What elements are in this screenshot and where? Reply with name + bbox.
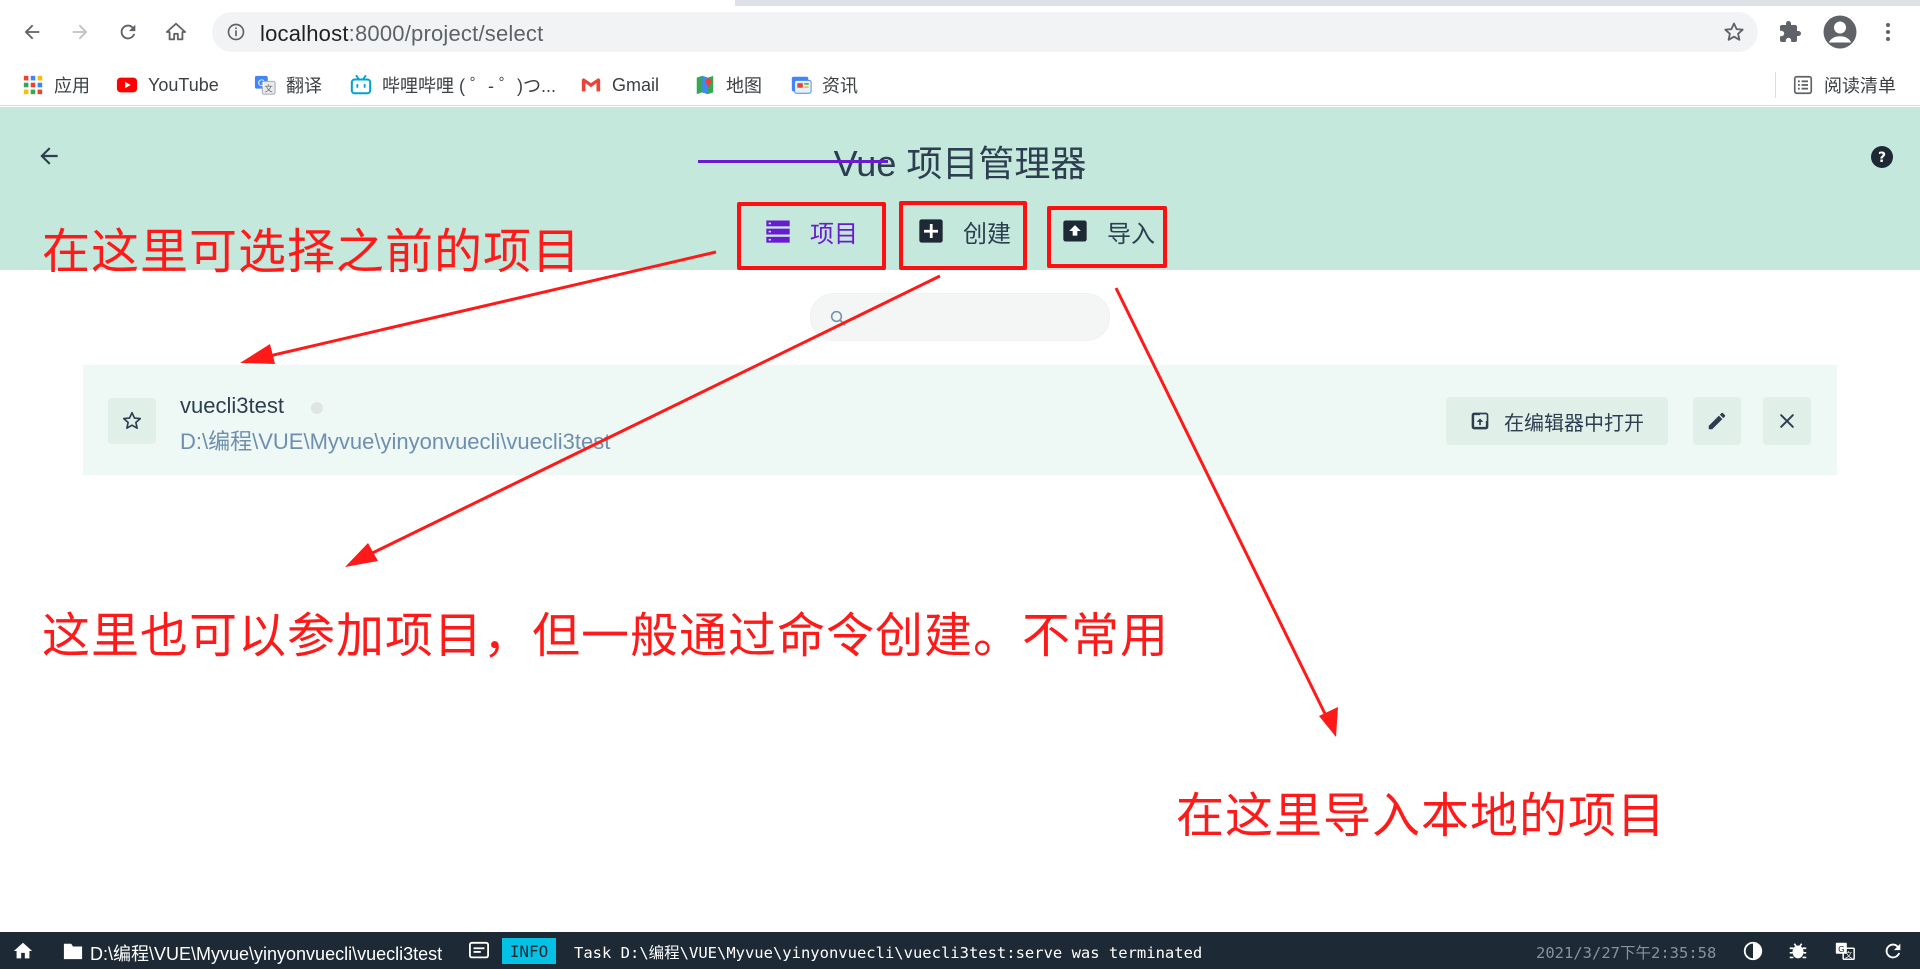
url-path: :8000/project/select [348, 21, 544, 46]
svg-text:?: ? [1878, 150, 1886, 166]
active-tab-indicator [698, 160, 888, 163]
gmail-icon [581, 78, 601, 92]
bookmarks-bar: 应用 YouTube G文 翻译 哔哩哔哩 ( ゜- ゜)つ... Gmail … [0, 64, 1920, 106]
profile-avatar-icon[interactable] [1822, 14, 1858, 50]
bookmark-star-icon[interactable] [1722, 20, 1746, 44]
bookmark-label: 地图 [726, 76, 762, 96]
url-host: localhost [260, 21, 349, 46]
annotation-box-import [1047, 206, 1167, 268]
pencil-icon [1708, 412, 1726, 430]
project-status-dot [311, 402, 323, 414]
open-in-editor-label: 在编辑器中打开 [1504, 412, 1644, 435]
arrow-right-icon [72, 24, 88, 40]
home-button[interactable] [158, 14, 194, 50]
favorite-button[interactable] [108, 398, 156, 444]
current-project-path[interactable]: D:\编程\VUE\Myvue\yinyonvuecli\vuecli3test [90, 940, 442, 966]
annotation-box-projects [737, 202, 886, 270]
url-text[interactable]: localhost:8000/project/select [260, 21, 543, 47]
arrow-from-import [1114, 287, 1338, 737]
log-message[interactable]: Task D:\编程\VUE\Myvue\yinyonvuecli\vuecli… [574, 941, 1202, 963]
svg-text:G: G [1838, 944, 1844, 954]
reload-button[interactable] [110, 14, 146, 50]
bilibili-icon [350, 74, 372, 95]
translate-language-icon[interactable]: G文 [1834, 940, 1856, 962]
bookmark-label: 应用 [54, 76, 90, 96]
bookmark-news[interactable]: 资讯 [790, 72, 858, 98]
project-list-item[interactable]: vuecli3test D:\编程\VUE\Myvue\yinyonvuecli… [83, 365, 1837, 475]
project-name: vuecli3test [180, 393, 284, 418]
bookmark-label: YouTube [148, 74, 219, 95]
bookmark-maps[interactable]: 地图 [694, 72, 762, 98]
reading-list-icon [1793, 75, 1813, 95]
open-in-new-icon [1471, 412, 1489, 430]
extensions-puzzle-icon[interactable] [1778, 20, 1802, 44]
bookmark-label: 翻译 [286, 76, 322, 96]
annotation-box-create [899, 201, 1027, 270]
annotation-import-note: 在这里导入本地的项目 [1176, 790, 1667, 843]
bug-report-icon[interactable] [1787, 940, 1809, 962]
apps-grid-icon [23, 75, 43, 95]
info-icon[interactable] [226, 22, 246, 42]
log-level-badge: INFO [502, 938, 556, 964]
search-input[interactable] [810, 293, 1110, 341]
tab-strip [0, 0, 1920, 6]
bookmark-label: 资讯 [822, 76, 858, 96]
forward-button[interactable] [62, 14, 98, 50]
svg-text:文: 文 [265, 83, 273, 93]
bookmark-label: 哔哩哔哩 ( ゜- ゜)つ... [382, 76, 556, 96]
news-icon [791, 76, 812, 94]
translate-icon: G文 [254, 75, 276, 95]
log-timestamp: 2021/3/27下午2:35:58 [1536, 944, 1717, 962]
reload-icon [120, 24, 136, 40]
project-path: D:\编程\VUE\Myvue\yinyonvuecli\vuecli3test [180, 429, 611, 454]
bookmark-gmail[interactable]: Gmail [580, 72, 659, 98]
svg-text:文: 文 [1845, 950, 1853, 959]
maps-icon [696, 75, 714, 95]
more-vert-icon[interactable] [1876, 20, 1900, 44]
refresh-icon[interactable] [1882, 940, 1904, 962]
search-icon [830, 310, 846, 326]
folder-icon[interactable] [62, 941, 84, 961]
help-icon[interactable]: ? [1870, 145, 1894, 169]
reading-list-button[interactable]: 阅读清单 [1792, 72, 1896, 98]
divider [1775, 72, 1776, 98]
star-outline-icon [122, 411, 142, 429]
remove-button[interactable] [1763, 397, 1811, 445]
close-icon [1780, 414, 1794, 428]
bookmark-translate[interactable]: G文 翻译 [254, 72, 322, 98]
reading-list-label: 阅读清单 [1824, 76, 1896, 96]
home-icon[interactable] [12, 940, 34, 962]
bookmark-label: Gmail [612, 74, 660, 95]
open-in-editor-button[interactable]: 在编辑器中打开 [1446, 397, 1668, 445]
annotation-select-previous: 在这里可选择之前的项目 [42, 226, 582, 279]
dark-mode-icon[interactable] [1742, 940, 1764, 962]
console-log-icon[interactable] [468, 941, 490, 961]
back-button[interactable] [14, 14, 50, 50]
bookmark-youtube[interactable]: YouTube [116, 72, 219, 98]
youtube-icon [116, 77, 138, 93]
status-bar: D:\编程\VUE\Myvue\yinyonvuecli\vuecli3test… [0, 932, 1920, 969]
arrow-left-icon [24, 24, 40, 40]
home-icon [165, 22, 187, 41]
annotation-create-note: 这里也可以参加项目，但一般通过命令创建。不常用 [42, 610, 1170, 663]
bookmark-bilibili[interactable]: 哔哩哔哩 ( ゜- ゜)つ... [350, 72, 556, 98]
bookmark-apps[interactable]: 应用 [22, 72, 90, 98]
browser-toolbar: localhost:8000/project/select [0, 0, 1920, 64]
address-bar[interactable]: localhost:8000/project/select [212, 12, 1758, 52]
active-tab[interactable] [0, 0, 735, 6]
page-title: Vue 项目管理器 [833, 143, 1087, 184]
edit-button[interactable] [1693, 397, 1741, 445]
